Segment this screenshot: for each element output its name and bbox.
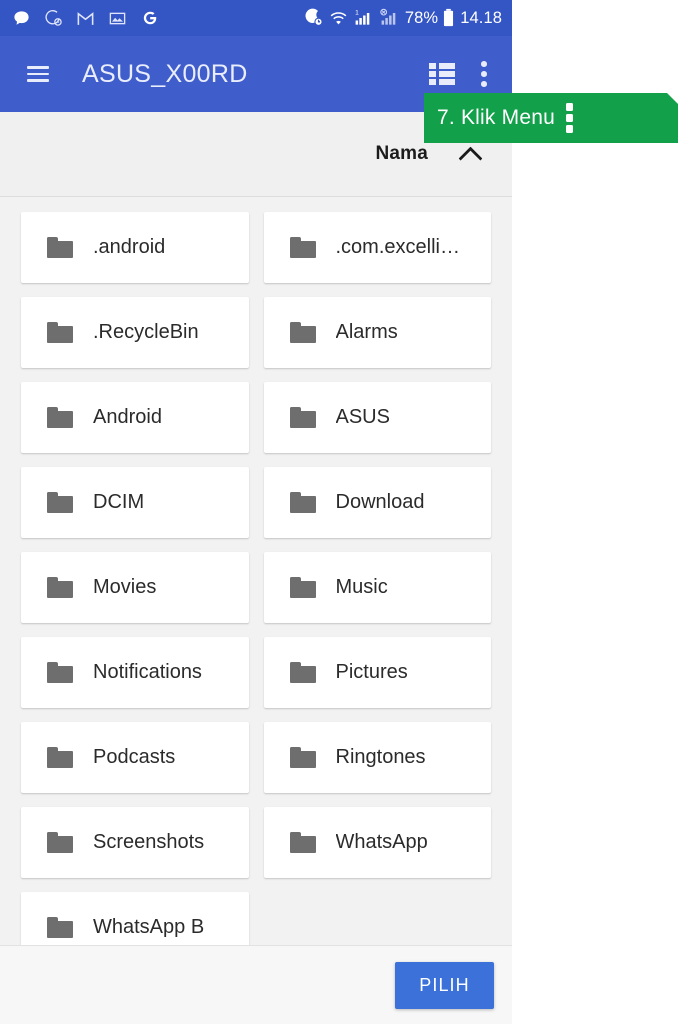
folder-icon — [47, 492, 73, 513]
file-grid-item[interactable]: Android — [21, 382, 249, 453]
file-grid-item-label: Alarms — [335, 321, 398, 343]
folder-icon — [289, 662, 316, 683]
folder-icon — [289, 832, 316, 853]
file-grid-item[interactable]: Screenshots — [21, 807, 249, 878]
folder-icon — [47, 577, 73, 598]
file-grid-item[interactable]: Pictures — [263, 637, 491, 708]
battery-icon — [444, 8, 454, 27]
status-bar-system-icons: 1 78% 14.18 — [304, 8, 502, 28]
hamburger-menu-icon[interactable] — [27, 66, 49, 82]
phone-screenshot: 1 78% 14.18 ASUS_X00RD Nama .android .co… — [0, 0, 512, 1024]
photo-icon — [109, 12, 126, 24]
file-grid-item-label: Download — [335, 491, 425, 513]
folder-icon — [289, 322, 316, 343]
folder-icon — [289, 237, 316, 258]
signal-bars-sim1-icon: 1 — [355, 10, 370, 25]
screenshot-root: 1 78% 14.18 ASUS_X00RD Nama .android .co… — [0, 0, 697, 1024]
overflow-menu-icon — [566, 103, 573, 133]
file-grid-item-label: .com.excelli… — [335, 236, 460, 258]
folder-icon — [47, 832, 73, 853]
sort-field-label: Nama — [375, 143, 428, 164]
select-button[interactable]: PILIH — [395, 962, 494, 1009]
signal-bars-sim2-disabled-icon — [380, 8, 396, 25]
file-grid-item-label: WhatsApp — [335, 831, 428, 853]
folder-icon — [47, 322, 73, 343]
file-grid-item[interactable]: Ringtones — [263, 722, 491, 793]
clock-label: 14.18 — [460, 8, 502, 27]
wifi-icon — [330, 11, 347, 24]
file-grid-item[interactable]: Music — [263, 552, 491, 623]
file-grid-item-label: Podcasts — [93, 746, 176, 768]
file-grid-item[interactable]: Download — [263, 467, 491, 538]
file-grid: .android .com.excelli… .RecycleBin Alarms An… — [0, 197, 512, 945]
file-grid-item-label: .RecycleBin — [93, 321, 199, 343]
folder-icon — [47, 917, 73, 938]
do-not-disturb-moon-icon — [305, 8, 323, 26]
file-grid-item[interactable]: WhatsApp B — [21, 892, 249, 945]
folder-icon — [47, 237, 73, 258]
file-grid-item-label: Android — [93, 406, 162, 428]
file-grid-item[interactable]: ASUS — [263, 382, 491, 453]
file-grid-item-label: .android — [93, 236, 166, 258]
app-bar-actions — [429, 61, 487, 87]
folder-icon — [289, 492, 316, 513]
battery-percent-label: 78% — [404, 8, 439, 27]
status-bar-notification-icons — [12, 8, 160, 28]
file-grid-item-label: ASUS — [335, 406, 390, 428]
file-grid-item[interactable]: .com.excelli… — [263, 212, 491, 283]
file-grid-scroll-area[interactable]: .android .com.excelli… .RecycleBin Alarms An… — [0, 197, 512, 945]
status-bar: 1 78% 14.18 — [0, 0, 512, 36]
file-grid-item-label: Ringtones — [335, 746, 426, 768]
tutorial-callout-text: 7. Klik Menu — [437, 106, 555, 129]
list-view-icon[interactable] — [429, 63, 455, 85]
file-grid-item[interactable]: .android — [21, 212, 249, 283]
gmail-icon — [77, 11, 94, 25]
page-title: ASUS_X00RD — [82, 59, 248, 88]
folder-icon — [47, 407, 73, 428]
file-grid-item[interactable]: WhatsApp — [263, 807, 491, 878]
file-grid-item-label: Pictures — [335, 661, 408, 683]
bottom-action-bar: PILIH — [0, 945, 512, 1024]
folder-icon — [289, 407, 316, 428]
do-not-disturb-moon-icon — [45, 9, 62, 26]
file-grid-item[interactable]: Movies — [21, 552, 249, 623]
file-grid-item[interactable]: .RecycleBin — [21, 297, 249, 368]
chat-bubble-icon — [14, 10, 29, 25]
tutorial-callout: 7. Klik Menu — [424, 93, 678, 143]
file-grid-item[interactable]: DCIM — [21, 467, 249, 538]
overflow-menu-icon[interactable] — [481, 61, 487, 87]
folder-icon — [289, 747, 316, 768]
file-grid-item-label: Movies — [93, 576, 157, 598]
file-grid-item[interactable]: Podcasts — [21, 722, 249, 793]
file-grid-item-label: DCIM — [93, 491, 145, 513]
folder-icon — [47, 662, 73, 683]
file-grid-item-label: WhatsApp B — [93, 916, 205, 938]
svg-text:1: 1 — [355, 10, 359, 17]
file-grid-item[interactable]: Notifications — [21, 637, 249, 708]
file-grid-item-label: Notifications — [93, 661, 202, 683]
google-icon — [143, 11, 157, 25]
file-grid-item-label: Music — [335, 576, 388, 598]
folder-icon — [47, 747, 73, 768]
file-grid-item[interactable]: Alarms — [263, 297, 491, 368]
folder-icon — [289, 577, 316, 598]
file-grid-item-label: Screenshots — [93, 831, 205, 853]
